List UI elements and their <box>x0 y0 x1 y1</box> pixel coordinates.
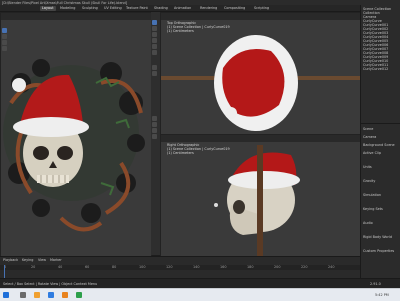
prop-row[interactable]: Keying Sets <box>363 207 399 212</box>
select-box-icon-2[interactable] <box>152 116 157 121</box>
view-menu[interactable]: View <box>38 258 46 262</box>
annotate-icon[interactable] <box>152 65 157 70</box>
blender-icon[interactable] <box>62 292 68 298</box>
playback-menu[interactable]: Playback <box>3 258 18 262</box>
prop-row[interactable]: Background Scene <box>363 143 399 148</box>
cursor-icon-2[interactable] <box>152 122 157 127</box>
frame-tick: 40 <box>58 265 63 269</box>
cursor-icon[interactable] <box>152 26 157 31</box>
viewport-left[interactable] <box>0 12 152 257</box>
frame-tick: 60 <box>85 265 90 269</box>
frame-tick: 200 <box>274 265 281 269</box>
viewport-toolbar <box>1 27 7 52</box>
status-hints: Select / Box Select | Rotate View | Obje… <box>3 282 98 286</box>
prop-row[interactable]: Units <box>363 165 399 170</box>
move-tool-icon[interactable] <box>2 40 7 45</box>
hat-top-render <box>161 35 361 131</box>
skull-side-render <box>214 145 300 256</box>
frame-tick: 140 <box>193 265 200 269</box>
frame-tick: 180 <box>247 265 254 269</box>
prop-row[interactable]: Rigid Body World <box>363 235 399 240</box>
outliner-item[interactable]: CurlyCurve012 <box>363 67 388 71</box>
prop-row[interactable]: Camera <box>363 135 399 140</box>
prop-row[interactable]: Gravity <box>363 179 399 184</box>
frame-tick: 100 <box>139 265 146 269</box>
prop-row[interactable]: Simulation <box>363 193 399 198</box>
tab-texture-paint[interactable]: Texture Paint <box>124 6 150 11</box>
prop-row[interactable]: Active Clip <box>363 151 399 156</box>
browser-icon[interactable] <box>48 292 54 298</box>
move-icon[interactable] <box>152 32 157 37</box>
select-tool-icon[interactable] <box>2 28 7 33</box>
file-explorer-icon[interactable] <box>34 292 40 298</box>
skull-wreath-render <box>3 59 145 232</box>
prop-row[interactable]: Scene <box>363 127 399 132</box>
os-taskbar: 5:42 PM <box>0 288 400 301</box>
tool-shelf <box>151 12 160 255</box>
frame-tick: 120 <box>166 265 173 269</box>
measure-icon[interactable] <box>152 71 157 76</box>
viewport-right[interactable]: Right Orthographic (1) Scene Collection … <box>160 134 362 257</box>
windows-start-icon[interactable] <box>3 292 9 298</box>
clock: 5:42 PM <box>375 293 389 297</box>
workspace-tabs: Layout Modeling Sculpting UV Editing Tex… <box>0 5 400 12</box>
select-box-icon[interactable] <box>152 20 157 25</box>
keying-menu[interactable]: Keying <box>22 258 33 262</box>
tab-rendering[interactable]: Rendering <box>198 6 219 11</box>
tab-sculpting[interactable]: Sculpting <box>80 6 100 11</box>
properties-panel: Scene Collection Collection Camera Curly… <box>360 5 400 278</box>
scale-icon[interactable] <box>152 44 157 49</box>
tab-scripting[interactable]: Scripting <box>252 6 271 11</box>
tab-shading[interactable]: Shading <box>152 6 170 11</box>
app-icon[interactable] <box>76 292 82 298</box>
viewport-top[interactable]: Top Orthographic (1) Scene Collection | … <box>160 12 362 136</box>
prop-row[interactable]: Audio <box>363 221 399 226</box>
rotate-icon[interactable] <box>152 38 157 43</box>
tab-uv-editing[interactable]: UV Editing <box>102 6 124 11</box>
marker-menu[interactable]: Marker <box>50 258 62 262</box>
rotate-tool-icon[interactable] <box>2 46 7 51</box>
frame-tick: 160 <box>220 265 227 269</box>
prop-row[interactable]: Custom Properties <box>363 249 399 254</box>
rotate-icon-2[interactable] <box>152 134 157 139</box>
window-title: [D:\Blender Files\Pixel Art\Xmas\Full Ch… <box>2 0 128 5</box>
move-icon-2[interactable] <box>152 128 157 133</box>
search-icon[interactable] <box>20 292 26 298</box>
cursor-tool-icon[interactable] <box>2 34 7 39</box>
panel-divider <box>361 123 400 124</box>
timeline-ruler: 0 20 40 60 80 100 120 140 160 180 200 22… <box>0 265 360 270</box>
timeline[interactable]: Playback Keying View Marker 0 20 40 60 8… <box>0 256 360 279</box>
timeline-header: Playback Keying View Marker <box>0 258 360 262</box>
transform-icon[interactable] <box>152 50 157 55</box>
frame-tick: 220 <box>301 265 308 269</box>
tab-animation[interactable]: Animation <box>172 6 193 11</box>
frame-tick: 20 <box>31 265 36 269</box>
frame-tick: 80 <box>112 265 117 269</box>
playhead[interactable] <box>4 265 5 279</box>
tab-compositing[interactable]: Compositing <box>222 6 247 11</box>
tab-modeling[interactable]: Modeling <box>58 6 77 11</box>
blender-version: 2.91.0 <box>370 282 381 286</box>
tab-layout[interactable]: Layout <box>40 5 56 11</box>
frame-tick: 240 <box>328 265 335 269</box>
